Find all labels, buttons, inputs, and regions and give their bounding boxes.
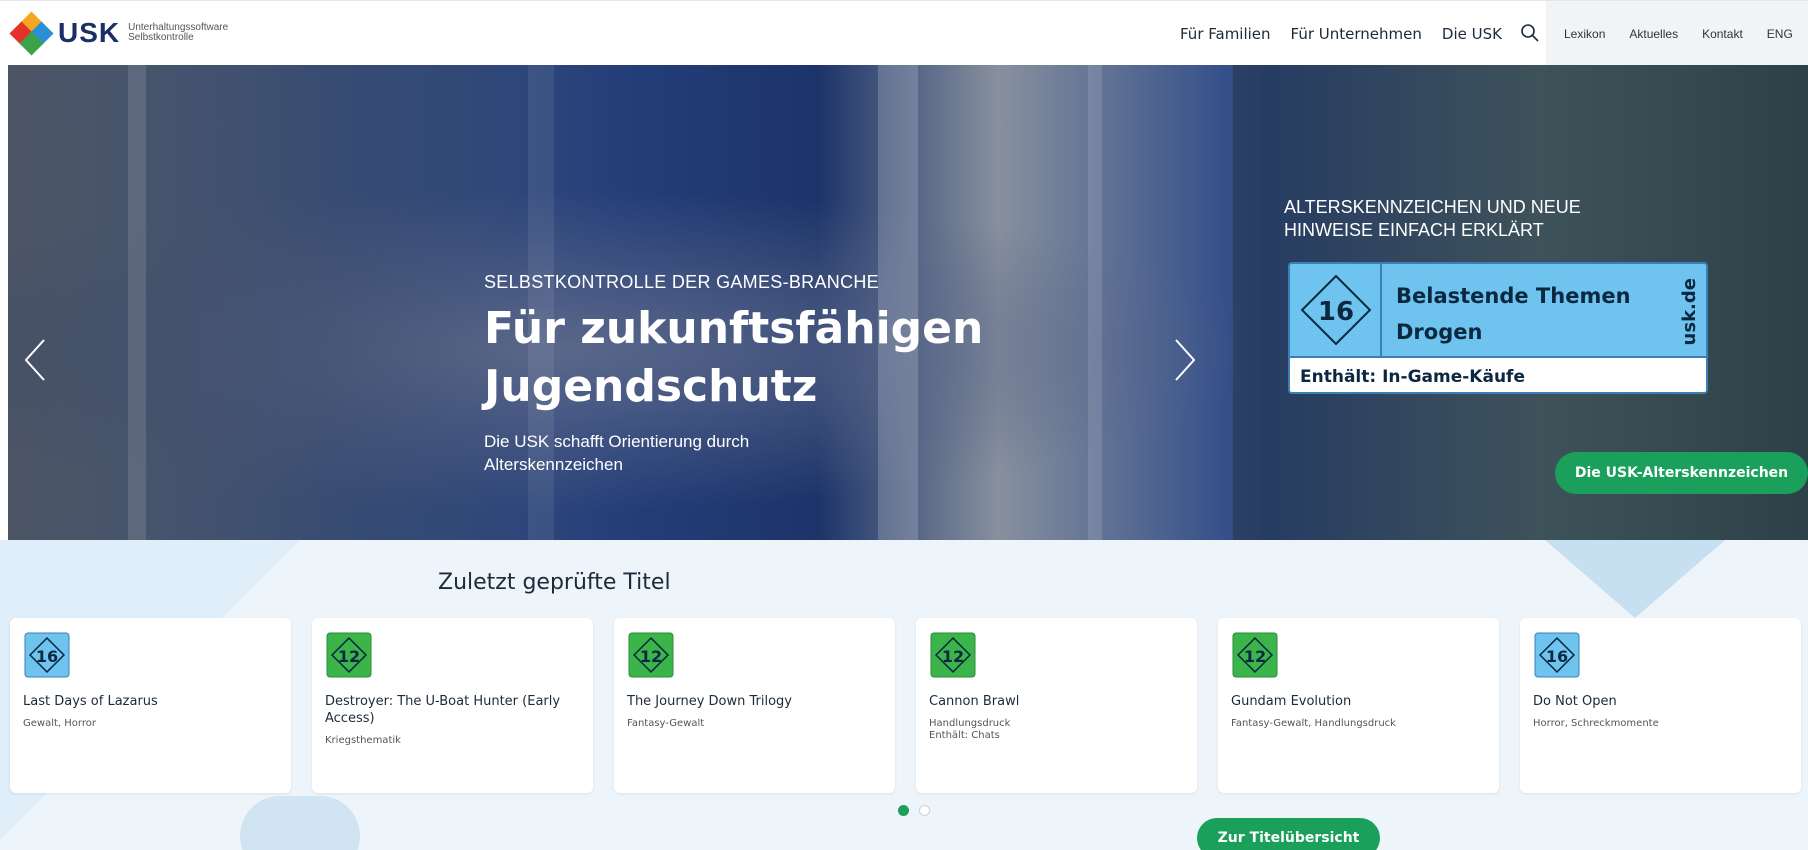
usk-12-badge-icon: 12 xyxy=(1232,632,1278,678)
title-card[interactable]: 12 Cannon Brawl Handlungsdruck Enthält: … xyxy=(916,618,1197,793)
logo-subtitle: Unterhaltungssoftware Selbstkontrolle xyxy=(128,22,229,43)
label-footer: Enthält: In-Game-Käufe xyxy=(1290,356,1706,392)
usk-logo[interactable]: USK Unterhaltungssoftware Selbstkontroll… xyxy=(9,11,229,56)
search-icon[interactable] xyxy=(1520,23,1540,43)
svg-text:16: 16 xyxy=(1546,647,1568,666)
usk-12-badge-icon: 12 xyxy=(628,632,674,678)
nav-fuer-unternehmen[interactable]: Für Unternehmen xyxy=(1291,25,1422,43)
title-card[interactable]: 12 Gundam Evolution Fantasy-Gewalt, Hand… xyxy=(1218,618,1499,793)
nav-language-eng[interactable]: ENG xyxy=(1767,27,1793,41)
logo-text: USK xyxy=(58,17,121,48)
svg-text:16: 16 xyxy=(36,647,58,666)
label-side-text: usk.de xyxy=(1679,278,1700,346)
secondary-nav: Lexikon Aktuelles Kontakt ENG xyxy=(1546,1,1808,66)
hero-text: Die USK schafft Orientierung durch Alter… xyxy=(484,432,750,474)
usk-12-badge-icon: 12 xyxy=(326,632,372,678)
carousel-next-icon[interactable] xyxy=(1170,335,1200,385)
nav-die-usk[interactable]: Die USK xyxy=(1442,25,1502,43)
carousel-dots xyxy=(898,805,930,816)
nav-fuer-familien[interactable]: Für Familien xyxy=(1180,25,1271,43)
carousel-prev-icon[interactable] xyxy=(20,335,50,385)
usk-12-badge-icon: 12 xyxy=(930,632,976,678)
label-descriptors: Belastende Themen Drogen xyxy=(1396,284,1631,344)
page: USK Unterhaltungssoftware Selbstkontroll… xyxy=(0,0,1808,850)
carousel-dot-1[interactable] xyxy=(898,805,909,816)
title-card[interactable]: 12 Destroyer: The U-Boat Hunter (Early A… xyxy=(312,618,593,793)
title-card[interactable]: 16 Last Days of Lazarus Gewalt, Horror xyxy=(10,618,291,793)
usk-16-badge-icon: 16 xyxy=(24,632,70,678)
svg-text:12: 12 xyxy=(338,647,360,666)
svg-text:16: 16 xyxy=(1318,297,1354,327)
svg-text:12: 12 xyxy=(640,647,662,666)
title-overview-button[interactable]: Zur Titelübersicht xyxy=(1197,818,1380,850)
hero-title: Für zukunftsfähigen Jugendschutz xyxy=(484,303,984,412)
nav-aktuelles[interactable]: Aktuelles xyxy=(1629,27,1678,41)
nav-lexikon[interactable]: Lexikon xyxy=(1564,27,1605,41)
usk-logo-icon xyxy=(9,11,54,56)
carousel-dot-2[interactable] xyxy=(919,805,930,816)
rating-explainer-title: ALTERSKENNZEICHEN UND NEUE HINWEISE EINF… xyxy=(1284,197,1581,240)
usk-16-badge-icon: 16 xyxy=(1534,632,1580,678)
hero-kicker: SELBSTKONTROLLE DER GAMES-BRANCHE xyxy=(484,272,879,292)
usk-16-badge-icon: 16 xyxy=(1300,274,1372,346)
title-card[interactable]: 16 Do Not Open Horror, Schreckmomente xyxy=(1520,618,1801,793)
svg-text:12: 12 xyxy=(942,647,964,666)
usk-label-example: 16 Belastende Themen Drogen usk.de Enthä… xyxy=(1288,262,1708,394)
title-card[interactable]: 12 The Journey Down Trilogy Fantasy-Gewa… xyxy=(614,618,895,793)
section-title: Zuletzt geprüfte Titel xyxy=(438,570,671,595)
age-ratings-button[interactable]: Die USK-Alterskennzeichen xyxy=(1555,452,1808,494)
nav-kontakt[interactable]: Kontakt xyxy=(1702,27,1743,41)
title-cards: 16 Last Days of Lazarus Gewalt, Horror 1… xyxy=(10,618,1801,793)
recent-titles-section: Zuletzt geprüfte Titel 16 Last Days of L… xyxy=(0,540,1808,850)
svg-text:12: 12 xyxy=(1244,647,1266,666)
main-nav: Für Familien Für Unternehmen Die USK xyxy=(1180,25,1502,43)
site-header: USK Unterhaltungssoftware Selbstkontroll… xyxy=(0,0,1808,66)
